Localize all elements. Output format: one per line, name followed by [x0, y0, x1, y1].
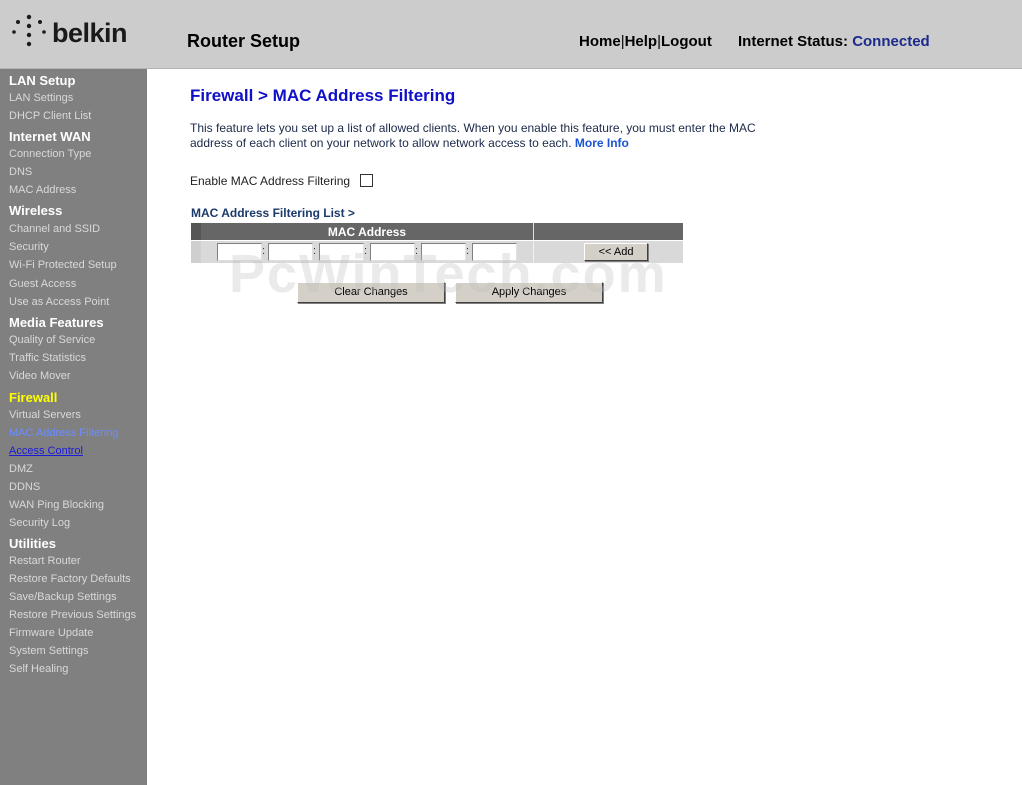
- sidebar-item-connection-type[interactable]: Connection Type: [9, 148, 91, 160]
- more-info-link[interactable]: More Info: [575, 136, 629, 150]
- description-text: This feature lets you set up a list of a…: [190, 121, 756, 150]
- svg-text:PcWinTech.com: PcWinTech.com: [229, 244, 668, 302]
- page-title: Firewall > MAC Address Filtering: [190, 86, 456, 105]
- brand-name: belkin: [52, 18, 128, 48]
- sidebar-item-mac-filtering[interactable]: MAC Address Filtering: [9, 427, 118, 439]
- logout-link[interactable]: Logout: [661, 33, 712, 50]
- sidebar-item-wps[interactable]: Wi-Fi Protected Setup: [9, 259, 117, 271]
- top-nav: Home|Help|Logout: [579, 33, 712, 50]
- sidebar-item-self-healing[interactable]: Self Healing: [9, 663, 68, 675]
- sidebar-item-restore-factory[interactable]: Restore Factory Defaults: [9, 573, 131, 585]
- sidebar-heading-firewall[interactable]: Firewall: [9, 390, 57, 405]
- sidebar-item-system-settings[interactable]: System Settings: [9, 645, 88, 657]
- sidebar-item-mac-address[interactable]: MAC Address: [9, 184, 76, 196]
- sidebar-item-channel-ssid[interactable]: Channel and SSID: [9, 223, 100, 235]
- sidebar-item-qos[interactable]: Quality of Service: [9, 334, 95, 346]
- sidebar-item-video-mover[interactable]: Video Mover: [9, 370, 71, 382]
- sidebar-item-restart-router[interactable]: Restart Router: [9, 555, 81, 567]
- belkin-logo: belkin: [10, 12, 150, 52]
- internet-status: Internet Status: Connected: [738, 33, 930, 50]
- sidebar-item-dns[interactable]: DNS: [9, 166, 32, 178]
- mac-table-header: MAC Address: [191, 223, 683, 240]
- sidebar-item-lan-settings[interactable]: LAN Settings: [9, 92, 73, 104]
- sidebar-item-wan-ping-blocking[interactable]: WAN Ping Blocking: [9, 499, 104, 511]
- sidebar-item-dhcp-client-list[interactable]: DHCP Client List: [9, 110, 91, 122]
- header-spacer-cell: [191, 223, 201, 240]
- sidebar-item-access-point[interactable]: Use as Access Point: [9, 296, 109, 308]
- mac-address-column-header: MAC Address: [327, 225, 407, 239]
- sidebar-item-restore-previous[interactable]: Restore Previous Settings: [9, 609, 136, 621]
- enable-mac-filtering-checkbox[interactable]: [360, 174, 373, 187]
- sidebar-heading-internet-wan[interactable]: Internet WAN: [9, 129, 91, 144]
- home-link[interactable]: Home: [579, 33, 621, 50]
- sidebar-item-virtual-servers[interactable]: Virtual Servers: [9, 409, 81, 421]
- mac-filter-list-title: MAC Address Filtering List >: [191, 206, 355, 220]
- pcwintech-watermark: PcWinTech.com: [229, 244, 668, 302]
- sidebar-heading-media-features[interactable]: Media Features: [9, 315, 104, 330]
- sidebar-heading-lan-setup[interactable]: LAN Setup: [9, 73, 75, 88]
- sidebar-item-security[interactable]: Security: [9, 241, 49, 253]
- header-bar: belkin Router Setup Home|Help|Logout Int…: [0, 0, 1022, 69]
- sidebar-item-save-backup[interactable]: Save/Backup Settings: [9, 591, 117, 603]
- sidebar-heading-wireless[interactable]: Wireless: [9, 203, 62, 218]
- sidebar-item-ddns[interactable]: DDNS: [9, 481, 40, 493]
- header-divider: [533, 223, 534, 240]
- sidebar-item-access-control[interactable]: Access Control: [9, 445, 83, 457]
- sidebar-heading-utilities[interactable]: Utilities: [9, 536, 56, 551]
- sidebar-item-dmz[interactable]: DMZ: [9, 463, 33, 475]
- sidebar-item-firmware-update[interactable]: Firmware Update: [9, 627, 93, 639]
- enable-mac-filtering-label: Enable MAC Address Filtering: [190, 174, 351, 188]
- belkin-dots-icon: [12, 14, 46, 47]
- sidebar: LAN Setup LAN Settings DHCP Client List …: [0, 69, 147, 785]
- page-description: This feature lets you set up a list of a…: [190, 121, 790, 151]
- help-link[interactable]: Help: [625, 33, 658, 50]
- app-title: Router Setup: [187, 31, 301, 51]
- sidebar-item-guest-access[interactable]: Guest Access: [9, 278, 76, 290]
- row-spacer-cell: [191, 241, 201, 263]
- sidebar-item-security-log[interactable]: Security Log: [9, 517, 70, 529]
- sidebar-item-traffic-statistics[interactable]: Traffic Statistics: [9, 352, 86, 364]
- internet-status-value: Connected: [852, 33, 930, 50]
- internet-status-label: Internet Status:: [738, 33, 849, 50]
